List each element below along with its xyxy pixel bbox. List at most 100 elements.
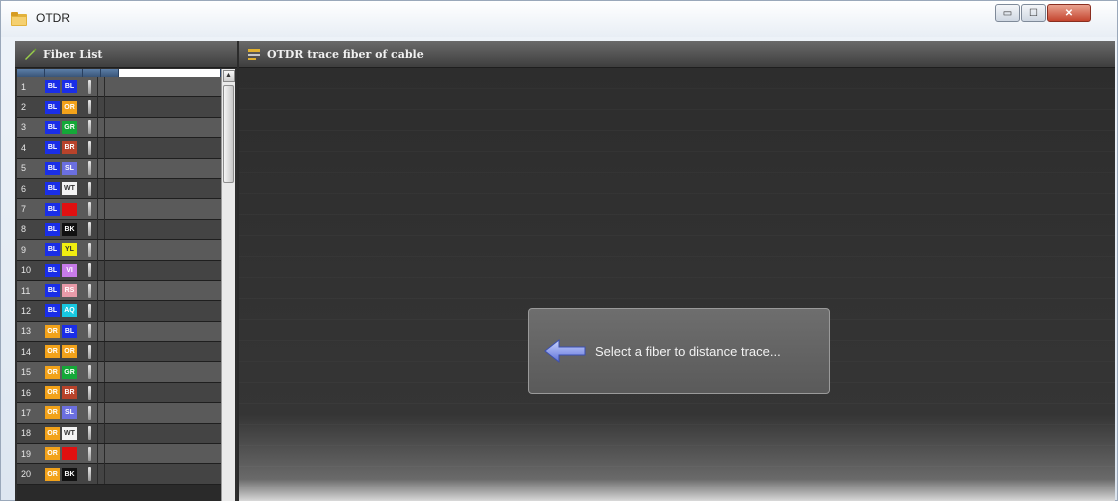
fiber-color-chip: WT [62,182,77,196]
window-controls: ▭ ☐ ✕ [994,4,1091,22]
fiber-row[interactable]: 6 BL WT [17,178,221,200]
fiber-colors: BL SL [45,161,81,175]
scroll-thumb[interactable] [223,85,234,183]
connector-icon [81,161,97,176]
fiber-cell [97,341,105,362]
fiber-number: 16 [21,387,32,398]
tube-color-chip: OR [45,426,60,440]
connector-icon [81,344,97,359]
fiber-row[interactable]: 7 BL RD [17,199,221,220]
fiber-row[interactable]: 16 OR BR [17,382,221,404]
trace-panel-header: OTDR trace fiber of cable [239,41,1115,68]
tube-color-chip: BL [45,120,60,134]
fiber-row[interactable]: 18 OR WT [17,423,221,445]
fiber-color-chip: RD [62,202,77,216]
fiber-list-scrollbar[interactable]: ▲ [221,69,235,501]
fiber-cell [97,137,105,158]
fiber-number: 13 [21,326,32,337]
fiber-number: 12 [21,305,32,316]
maximize-button[interactable]: ☐ [1021,4,1046,22]
fiber-row[interactable]: 20 OR BK [17,464,221,485]
tube-color-chip: BL [45,284,60,298]
trace-area: Select a fiber to distance trace... [239,68,1115,501]
close-button[interactable]: ✕ [1047,4,1091,22]
tube-color-chip: OR [45,324,60,338]
fiber-row[interactable]: 3 BL GR [17,117,221,139]
fiber-cell [97,301,105,321]
fiber-row[interactable]: 17 OR SL [17,402,221,424]
connector-icon [81,181,97,196]
tube-color-chip: OR [45,345,60,359]
tube-color-chip: BL [45,100,60,114]
fiber-cell [97,219,105,240]
fiber-cell [97,464,105,485]
fiber-cell [97,158,105,179]
fiber-row[interactable]: 1 BL BL [17,76,221,98]
minimize-button[interactable]: ▭ [995,4,1020,22]
connector-icon [81,202,97,217]
fiber-row[interactable]: 4 BL BR [17,137,221,159]
fiber-row[interactable]: 14 OR OR [17,341,221,363]
fiber-number: 2 [21,102,27,113]
fiber-color-chip: GR [62,365,77,379]
tube-color-chip: OR [45,406,60,420]
fiber-colors: BL VI [45,263,81,277]
grid-col-filter[interactable] [119,69,221,77]
fiber-row[interactable]: 15 OR GR [17,362,221,383]
hint-text: Select a fiber to distance trace... [595,343,781,359]
fiber-cell [97,382,105,403]
fiber-colors: OR BR [45,386,81,400]
fiber-number: 10 [21,265,32,276]
folder-app-icon [11,12,27,26]
tube-color-chip: OR [45,467,60,481]
fiber-number: 11 [21,285,31,296]
connector-icon [81,426,97,441]
fiber-row[interactable]: 2 BL OR [17,97,221,118]
fiber-row[interactable]: 10 BL VI [17,260,221,281]
fiber-row[interactable]: 11 BL RS [17,280,221,302]
connector-icon [81,385,97,400]
trace-panel-title: OTDR trace fiber of cable [267,47,424,61]
tube-color-chip: OR [45,386,60,400]
fiber-number: 7 [21,204,27,215]
fiber-row[interactable]: 5 BL SL [17,158,221,179]
fiber-grid[interactable]: 1 BL BL 2 BL OR 3 BL GR 4 BL BR 5 BL SL 6 BL WT 7 BL RD 8 BL BK… [17,69,221,501]
fiber-number: 18 [21,428,32,439]
fiber-colors: BL GR [45,120,81,134]
fiber-colors: OR BK [45,467,81,481]
fiber-color-chip: BK [62,467,77,481]
fiber-colors: BL BL [45,80,81,94]
fiber-row[interactable]: 8 BL BK [17,219,221,241]
fiber-colors: OR SL [45,406,81,420]
fiber-colors: BL WT [45,182,81,196]
otdr-window: OTDR ▭ ☐ ✕ Fiber List 1 BL BL 2 BL OR 3 … [0,0,1118,501]
tube-color-chip: BL [45,161,60,175]
connector-icon [81,263,97,278]
chevron-up-icon: ▲ [225,72,232,79]
fiber-number: 17 [21,407,32,418]
fiber-cell [97,280,105,301]
connector-icon [81,100,97,115]
fiber-row[interactable]: 13 OR BL [17,321,221,343]
fiber-grid-header [17,69,221,77]
connector-icon [81,446,97,461]
grid-col-colors[interactable] [45,69,83,77]
fiber-row[interactable]: 19 OR RD [17,443,221,465]
connector-icon [81,303,97,318]
fiber-number: 5 [21,163,27,174]
scroll-up-button[interactable]: ▲ [222,70,235,82]
fiber-row[interactable]: 9 BL YL [17,239,221,261]
fiber-cell [97,239,105,260]
fiber-cell [97,76,105,97]
fiber-cell [97,199,105,220]
fiber-colors: OR WT [45,426,81,440]
fiber-color-chip: YL [62,243,77,257]
fiber-color-chip: VI [62,263,77,277]
fiber-colors: OR OR [45,345,81,359]
fiber-number: 9 [21,244,27,255]
fiber-colors: BL RD [45,202,81,216]
grid-col-num[interactable] [17,69,45,77]
fiber-row[interactable]: 12 BL AQ [17,301,221,322]
tube-color-chip: OR [45,447,60,461]
fiber-number: 14 [21,346,32,357]
